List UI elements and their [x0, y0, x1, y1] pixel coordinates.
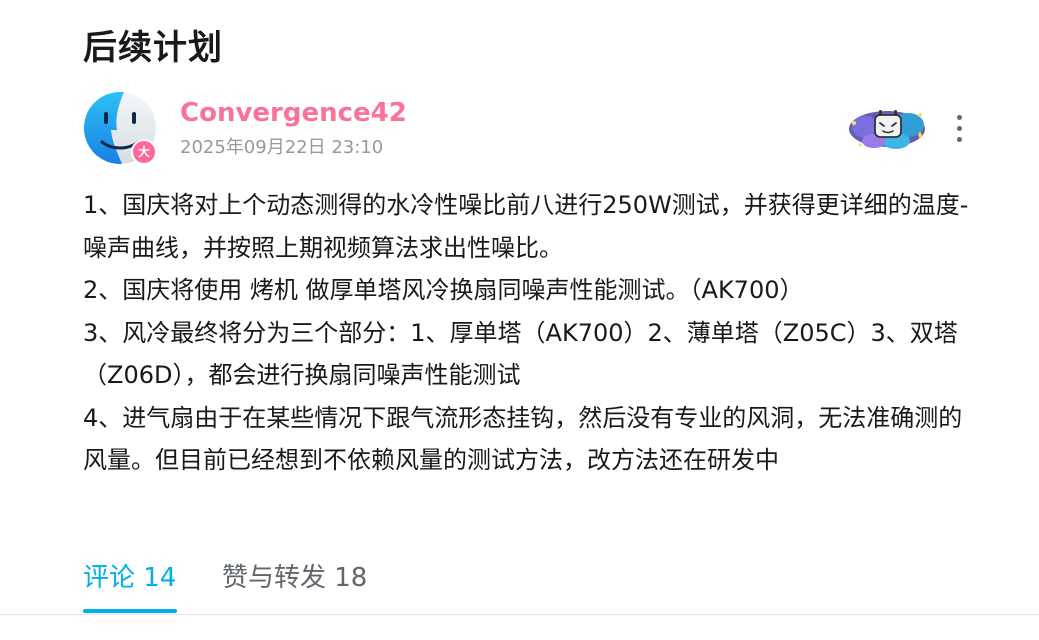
author-level-badge: 大: [131, 139, 157, 165]
tab-likes-and-reposts[interactable]: 赞与转发 18: [222, 560, 367, 596]
mascot-decoration-icon: [846, 101, 928, 155]
post-content: 1、国庆将对上个动态测得的水冷性噪比前八进行250W测试，并获得更详细的温度-噪…: [83, 184, 983, 482]
publish-time: 2025年09月22日 23:10: [180, 137, 384, 158]
author-name[interactable]: Convergence42: [180, 96, 407, 130]
active-tab-indicator: [83, 609, 177, 613]
content-paragraph-1: 1、国庆将对上个动态测得的水冷性噪比前八进行250W测试，并获得更详细的温度-噪…: [83, 191, 969, 262]
more-options-icon[interactable]: [948, 112, 972, 146]
post-tabs: 评论 14 赞与转发 18: [0, 556, 1039, 615]
tab-comments[interactable]: 评论 14: [83, 560, 176, 596]
post-title: 后续计划: [83, 28, 223, 68]
content-paragraph-3: 3、风冷最终将分为三个部分：1、厚单塔（AK700）2、薄单塔（Z05C）3、双…: [83, 318, 958, 390]
content-paragraph-2: 2、国庆将使用 烤机 做厚单塔风冷换扇同噪声性能测试。（AK700）: [83, 276, 804, 304]
dynamic-post-page: 后续计划 大 Convergence42 2025年09月22日 23:10 1…: [0, 0, 1039, 640]
content-paragraph-4: 4、进气扇由于在某些情况下跟气流形态挂钩，然后没有专业的风洞，无法准确测的风量。…: [83, 403, 963, 475]
